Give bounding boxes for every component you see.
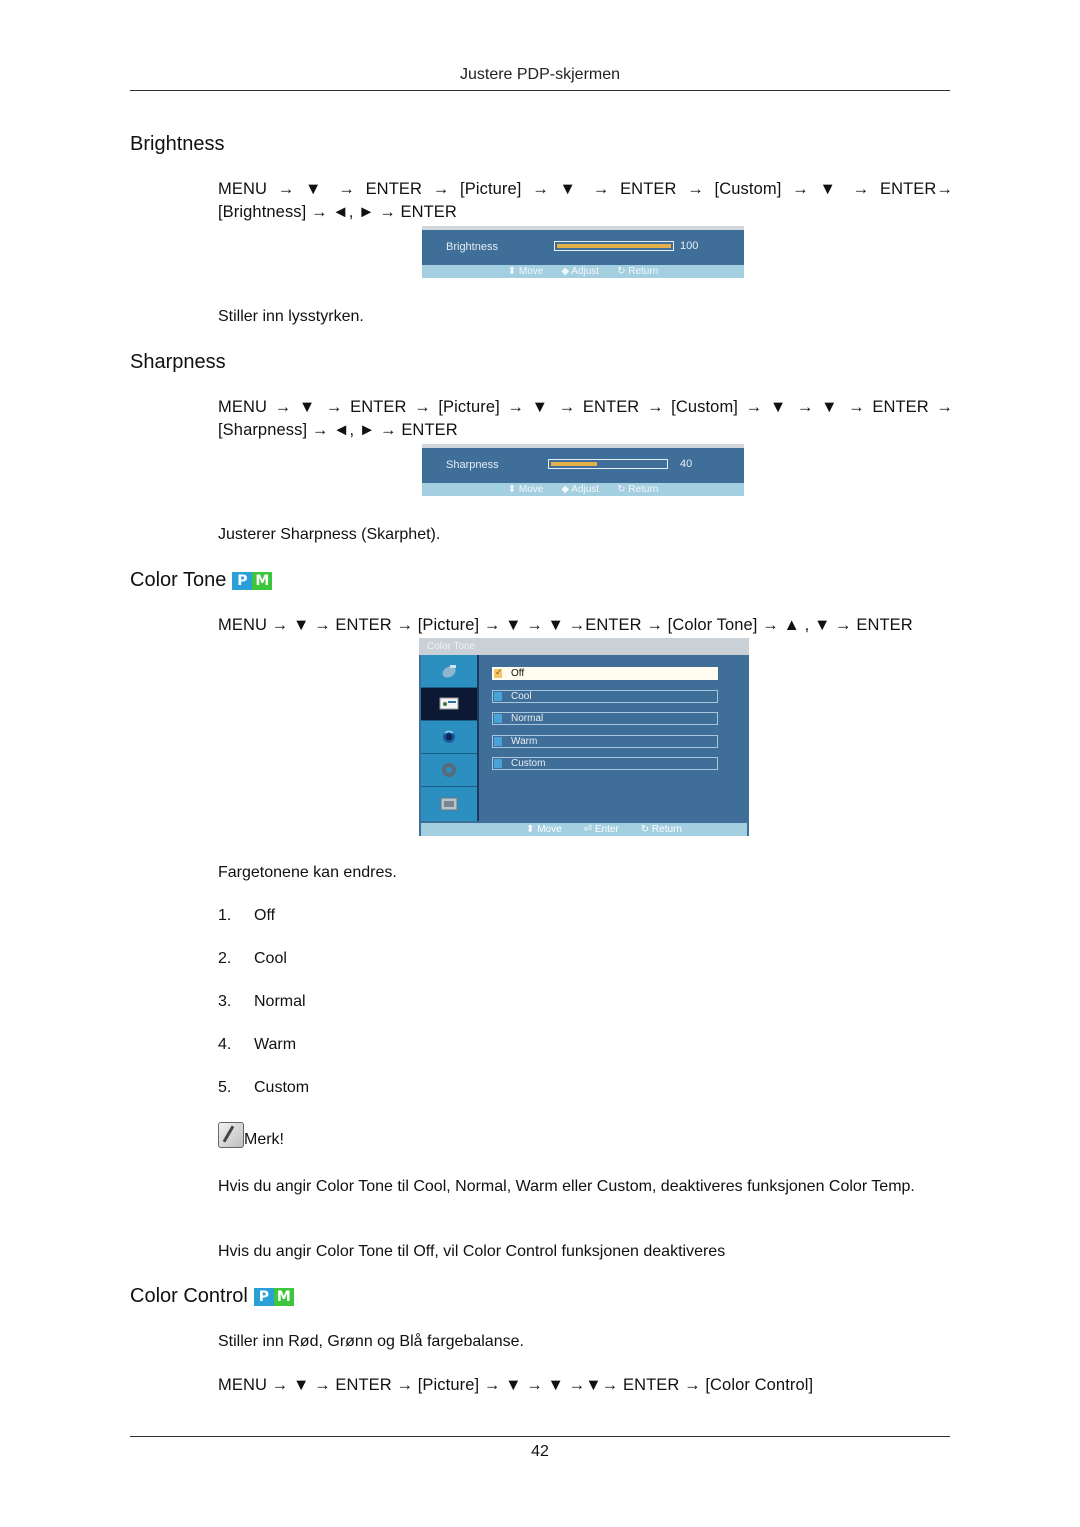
option-label: Off [511,668,525,679]
brightness-menu-path: MENU → ▼ → ENTER → [Picture] → ▼ → ENTER… [218,178,953,223]
slider-value: 100 [680,240,699,252]
sharpness-menu-path: MENU → ▼ → ENTER → [Picture] → ▼ → ENTER… [218,396,953,441]
color-control-menu-path: MENU → ▼ → ENTER → [Picture] → ▼ → ▼ →▼→… [218,1376,814,1394]
osd-label: Sharpness [446,459,499,471]
input-icon[interactable] [421,787,477,820]
option-label: Cool [511,690,532,702]
sharpness-description: Justerer Sharpness (Skarphet). [218,526,441,543]
osd-label: Brightness [446,241,498,253]
note-paragraph-1: Hvis du angir Color Tone til Cool, Norma… [218,1178,915,1195]
footer-rule [130,1436,950,1437]
adjust-hint: ◆ Adjust [561,484,600,495]
brightness-heading: Brightness [130,133,225,155]
option-label: Normal [511,713,544,724]
slider-value: 40 [680,458,693,470]
color-tone-option-custom[interactable]: Custom [492,757,718,770]
running-header: Justere PDP-skjermen [459,66,621,83]
section-title-color-tone: Color Tone P M [130,569,273,592]
list-item: 2. Cool [218,950,287,967]
color-tone-option-normal[interactable]: Normal [492,712,718,725]
brightness-path-line1: MENU → ▼ → ENTER → [Picture] → ▼ → ENTER… [218,180,953,198]
move-hint: ⬍ Move [507,266,544,277]
pm-mode-badge: P M [232,571,273,590]
sharpness-slider[interactable] [548,459,668,469]
menu-title: Color Tone [419,638,749,655]
adjust-hint: ◆ Adjust [561,266,600,277]
sharpness-osd: Sharpness 40 ⬍ Move ◆ Adjust ↻ Return [422,444,744,496]
osd-footer: ⬍ Move ◆ Adjust ↻ Return [422,483,744,496]
picture-icon[interactable] [421,688,477,721]
note-heading: Merk! [218,1122,284,1149]
list-item: 5. Custom [218,1079,310,1096]
page-number: 42 [531,1443,549,1460]
section-title-color-control: Color Control P M [130,1285,294,1308]
pm-mode-badge: P M [253,1287,294,1306]
note-paragraph-2: Hvis du angir Color Tone til Off, vil Co… [218,1243,726,1260]
menu-sidebar [421,655,479,821]
list-item: 3. Normal [218,993,306,1010]
move-hint: ⬍ Move [526,824,562,835]
list-item: 1. Off [218,907,276,924]
header-rule [130,90,950,91]
color-tone-option-warm[interactable]: Warm [492,734,718,748]
color-tone-option-cool[interactable]: Cool [492,689,718,703]
satellite-icon[interactable] [421,655,477,688]
return-hint: ↻ Return [617,484,659,495]
color-tone-menu-path: MENU → ▼ → ENTER → [Picture] → ▼ → ▼ →EN… [218,616,913,634]
pc-mode-icon: P [253,1287,274,1306]
sharpness-path-line1: MENU → ▼ → ENTER → [Picture] → ▼ → ENTER… [218,398,953,416]
sharpness-path-line2: [Sharpness] → ◄, ► → ENTER [218,420,458,439]
pc-mode-icon: P [232,571,253,590]
enter-hint: ⏎ Enter [583,824,619,835]
slider-fill [551,462,597,466]
brightness-path-line2: [Brightness] → ◄, ► → ENTER [218,202,457,221]
color-control-heading: Color Control [130,1285,248,1307]
section-title-brightness: Brightness [130,133,225,156]
note-icon [218,1122,244,1148]
brightness-osd: Brightness 100 ⬍ Move ◆ Adjust ↻ Return [422,226,744,278]
setup-icon[interactable] [421,754,477,787]
check-icon: ✓ [495,667,503,677]
sharpness-heading: Sharpness [130,351,226,373]
color-control-description: Stiller inn Rød, Grønn og Blå fargebalan… [218,1333,524,1350]
color-tone-heading: Color Tone [130,569,227,591]
option-label: Custom [511,758,546,769]
color-tone-description: Fargetonene kan endres. [218,864,397,881]
brightness-slider[interactable] [554,241,674,251]
note-label: Merk! [244,1131,284,1148]
brightness-description: Stiller inn lysstyrken. [218,308,364,325]
list-item: 4. Warm [218,1036,297,1053]
av-mode-icon: M [273,1287,294,1306]
av-mode-icon: M [252,571,273,590]
sound-icon[interactable] [421,721,477,754]
section-title-sharpness: Sharpness [130,351,226,374]
return-hint: ↻ Return [640,824,682,835]
return-hint: ↻ Return [617,266,659,277]
slider-fill [557,244,671,248]
color-tone-osd-menu: Color Tone ✓ Off Cool Normal Warm Custom ⬍ Mo… [419,638,749,836]
color-tone-option-off[interactable]: ✓ Off [492,667,718,680]
osd-footer: ⬍ Move ◆ Adjust ↻ Return [422,265,744,278]
osd-footer: ⬍ Move ⏎ Enter ↻ Return [421,823,747,836]
move-hint: ⬍ Move [507,484,544,495]
option-label: Warm [511,735,538,747]
